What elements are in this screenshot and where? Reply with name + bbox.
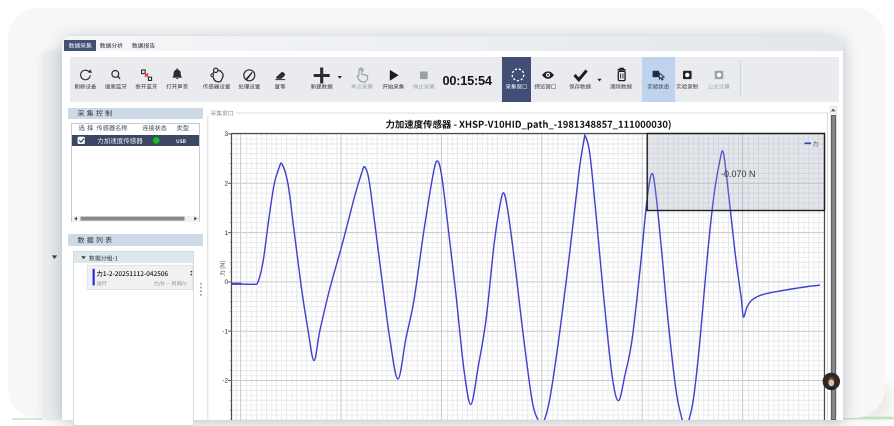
svg-text:3: 3: [224, 131, 228, 138]
svg-text:0: 0: [224, 279, 228, 286]
svg-text:-2: -2: [222, 378, 228, 385]
svg-text:-1: -1: [222, 328, 228, 335]
svg-text:1: 1: [224, 230, 228, 237]
svg-text:2: 2: [224, 181, 228, 188]
svg-text:-0.070 N: -0.070 N: [721, 169, 756, 179]
